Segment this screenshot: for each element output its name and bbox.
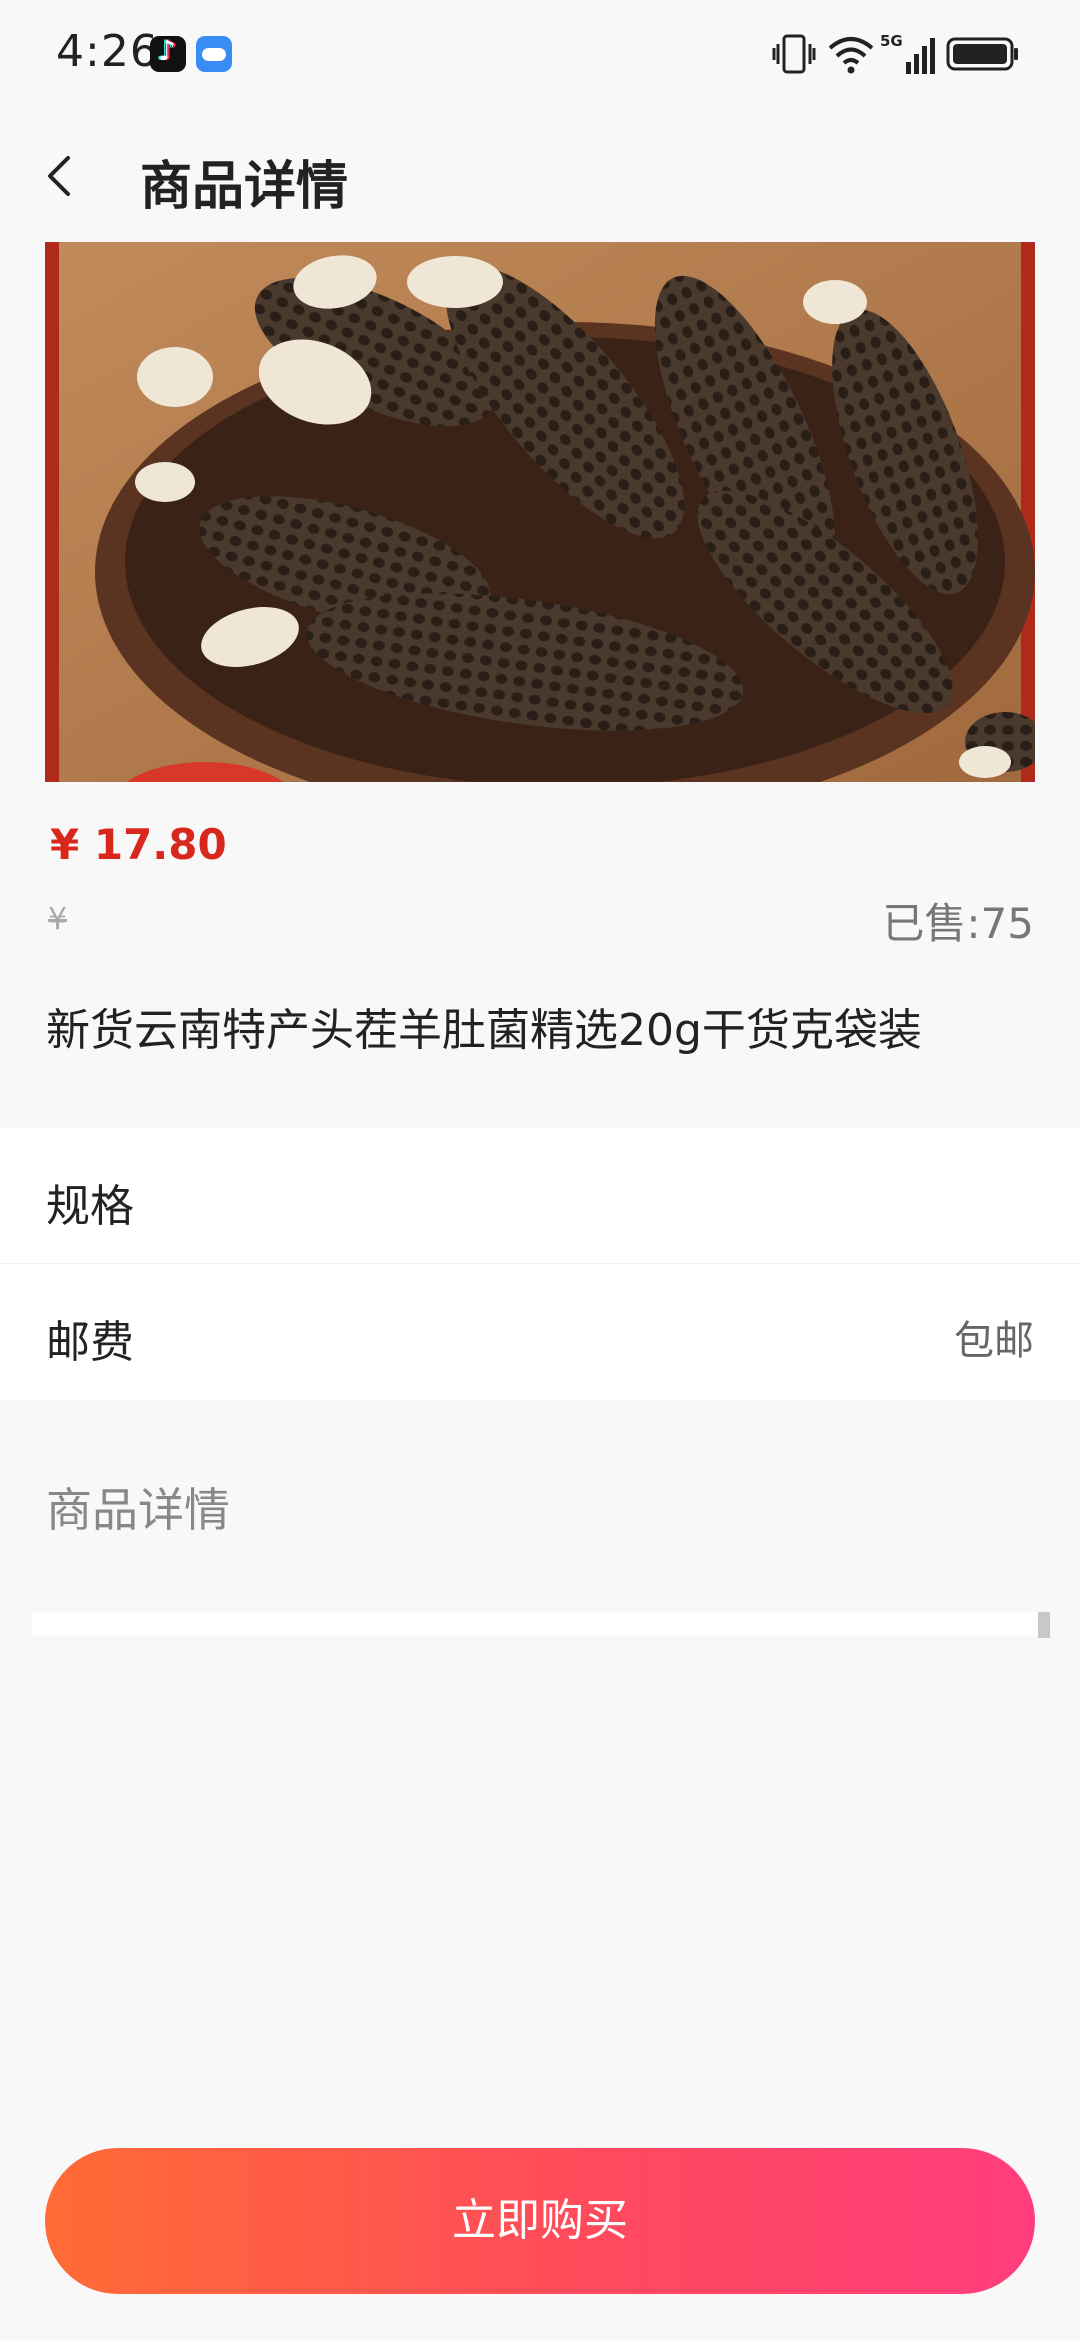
detail-content	[32, 1612, 1042, 1636]
status-time: 4:26	[56, 26, 159, 77]
price: ¥ 17.80	[50, 820, 227, 869]
shipping-value: 包邮	[954, 1318, 1034, 1364]
signal-5g-icon: 5G	[880, 32, 935, 74]
sold-count: 已售:75	[882, 899, 1034, 948]
header: 商品详情	[0, 110, 1080, 242]
cloud-notification-icon	[196, 36, 232, 72]
status-bar: 4:26 5G	[0, 0, 1080, 110]
tiktok-notification-icon	[150, 34, 186, 72]
options-section: 规格 邮费 包邮	[0, 1128, 1080, 1400]
vibrate-icon	[772, 34, 816, 74]
svg-text:5G: 5G	[880, 32, 903, 50]
detail-heading: 商品详情	[46, 1483, 230, 1537]
product-title: 新货云南特产头茬羊肚菌精选20g干货克袋装	[46, 1005, 922, 1056]
shipping-row: 邮费 包邮	[0, 1264, 1080, 1399]
original-price: ¥	[48, 902, 68, 937]
scrollbar[interactable]	[1038, 1612, 1050, 1638]
product-image[interactable]	[45, 242, 1035, 782]
shipping-label: 邮费	[46, 1317, 134, 1368]
buy-now-button[interactable]: 立即购买	[45, 2148, 1035, 2294]
battery-icon	[946, 37, 1018, 71]
wifi-icon	[828, 37, 874, 74]
product-photo	[45, 242, 1035, 782]
page-title: 商品详情	[140, 157, 349, 217]
back-arrow-icon[interactable]	[38, 146, 78, 206]
spec-row[interactable]: 规格	[0, 1128, 1080, 1264]
spec-label: 规格	[46, 1181, 134, 1232]
